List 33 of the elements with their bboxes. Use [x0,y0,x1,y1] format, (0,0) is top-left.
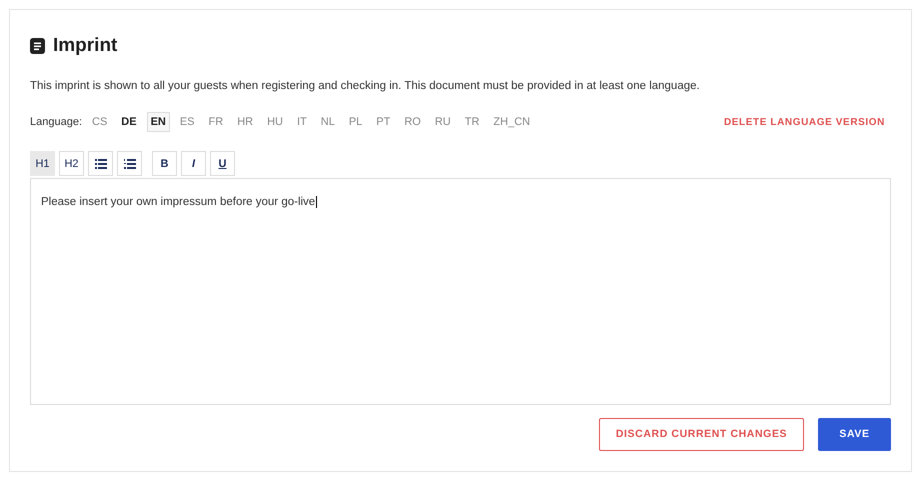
heading-button[interactable]: H2 [59,151,84,176]
language-tab[interactable]: RO [400,112,425,132]
language-tab[interactable]: HR [233,112,258,132]
language-tab[interactable]: DE [117,112,141,132]
document-icon [30,38,45,54]
language-tab[interactable]: RU [430,112,455,132]
language-tab[interactable]: NL [316,112,339,132]
numbered-list-icon [124,158,136,169]
language-tab[interactable]: PT [372,112,394,132]
discard-button[interactable]: DISCARD CURRENT CHANGES [599,418,804,452]
language-label: Language: [30,114,82,130]
language-tab[interactable]: HU [263,112,287,132]
italic-button[interactable]: I [181,151,206,176]
language-tab[interactable]: PL [344,112,366,132]
language-tab[interactable]: EN [146,112,170,132]
language-tab[interactable]: CS [88,112,112,132]
save-button[interactable]: SAVE [818,418,891,452]
bold-button[interactable]: B [152,151,177,176]
language-tab[interactable]: TR [460,112,484,132]
language-tab[interactable]: ES [176,112,199,132]
editor-text: Please insert your own impressum before your go-live [41,196,318,208]
bullet-list-icon [94,158,106,169]
language-tab[interactable]: ZH_CN [489,112,534,132]
bullet-list-button[interactable] [88,151,113,176]
underline-button[interactable]: U [210,151,235,176]
language-tab[interactable]: IT [292,112,311,132]
heading-button[interactable]: H1 [30,151,55,176]
language-tab[interactable]: FR [204,112,228,132]
page-title: Imprint [53,34,118,58]
description-text: This imprint is shown to all your guests when registering and checking in. This document must be provided in at least one language. [30,78,701,94]
editor-area[interactable]: Please insert your own impressum before your go-live [30,178,891,406]
numbered-list-button[interactable] [117,151,142,176]
delete-language-link[interactable]: DELETE LANGUAGE VERSION [724,114,885,130]
